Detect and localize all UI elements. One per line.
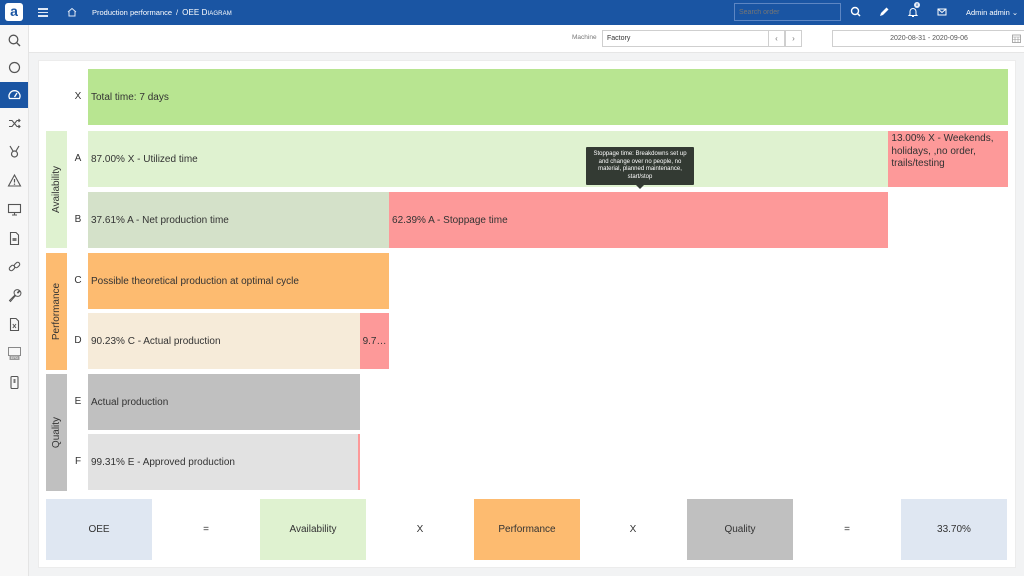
next-period-button[interactable]: › bbox=[785, 30, 802, 47]
filter-bar: Machine Factory ⌄ ‹ › 2020-08-31 - 2020-… bbox=[29, 25, 1024, 53]
bar-segment-d-0[interactable]: 90.23% C - Actual production bbox=[88, 313, 360, 369]
notification-badge: 8 bbox=[914, 2, 920, 8]
row-letter: B bbox=[74, 214, 82, 225]
sidebar-item-oee[interactable] bbox=[0, 82, 28, 108]
sidebar-item-documents[interactable] bbox=[0, 225, 28, 251]
sidebar-item-search[interactable] bbox=[0, 27, 28, 53]
bar-segment-d-1[interactable]: 9.7… bbox=[359, 313, 390, 369]
warning-icon bbox=[7, 173, 21, 187]
user-menu[interactable]: Admin admin ⌄ bbox=[966, 0, 1018, 25]
group-label-text: Performance bbox=[51, 282, 62, 341]
sidebar: EPD bbox=[0, 25, 29, 576]
breadcrumb-current: OEE Diagram bbox=[182, 8, 232, 17]
date-range-picker[interactable]: 2020-08-31 - 2020-09-06 bbox=[832, 30, 1024, 47]
bar-segment-a-0[interactable]: 87.00% X - Utilized time bbox=[88, 131, 889, 187]
equals-operator: = bbox=[203, 524, 209, 535]
sidebar-item-shuffle[interactable] bbox=[0, 110, 28, 136]
sidebar-item-maintenance[interactable] bbox=[0, 282, 28, 308]
mobile-device-icon bbox=[9, 375, 19, 389]
row-letter: E bbox=[74, 396, 82, 407]
group-label-text: Availability bbox=[51, 165, 62, 214]
search-icon[interactable] bbox=[849, 5, 863, 19]
bar-segment-a-1[interactable]: 13.00% X - Weekends, holidays, ,no order… bbox=[888, 131, 1008, 187]
row-letter: F bbox=[74, 456, 82, 467]
document-icon bbox=[9, 231, 19, 245]
date-range-value: 2020-08-31 - 2020-09-06 bbox=[890, 35, 968, 42]
row-letter: A bbox=[74, 153, 82, 164]
group-label-quality: Quality bbox=[46, 374, 67, 491]
formula-box-quality: Quality bbox=[687, 499, 793, 560]
circle-icon bbox=[8, 61, 20, 73]
machine-label: Machine bbox=[572, 34, 597, 41]
sidebar-item-monitor[interactable] bbox=[0, 196, 28, 222]
bar-segment-f-0[interactable]: 99.31% E - Approved production bbox=[88, 434, 358, 490]
sidebar-item-epd[interactable]: EPD bbox=[0, 340, 28, 366]
machine-select[interactable]: Factory ⌄ bbox=[602, 30, 792, 47]
gauge-icon bbox=[7, 89, 21, 99]
hamburger-menu-icon[interactable] bbox=[38, 6, 48, 18]
multiply-operator: X bbox=[629, 524, 637, 535]
search-icon bbox=[8, 34, 20, 46]
bar-segment-b-1[interactable]: 62.39% A - Stoppage time bbox=[389, 192, 889, 248]
chevron-down-icon: ⌄ bbox=[1011, 8, 1019, 17]
sidebar-item-mobile[interactable] bbox=[0, 369, 28, 395]
oee-diagram-card: Availability Performance Quality X Total ti… bbox=[38, 60, 1016, 568]
row-letter: C bbox=[74, 275, 82, 286]
epd-screen-icon: EPD bbox=[7, 346, 21, 360]
breadcrumb-parent[interactable]: Production performance bbox=[92, 8, 172, 17]
formula-box-33-70: 33.70% bbox=[901, 499, 1007, 560]
epd-label: EPD bbox=[10, 356, 18, 360]
bar-segment-e-0[interactable]: Actual production bbox=[88, 374, 360, 430]
home-icon[interactable] bbox=[66, 6, 78, 18]
top-bar: a Production performance /OEE Diagram 8 A… bbox=[0, 0, 1024, 25]
bar-segment-c-0[interactable]: Possible theoretical production at optim… bbox=[88, 253, 390, 309]
sidebar-item-medal[interactable] bbox=[0, 138, 28, 164]
shuffle-icon bbox=[8, 118, 21, 128]
stoppage-tooltip: Stoppage time: Breakdowns set up and cha… bbox=[586, 147, 694, 189]
pencil-icon[interactable] bbox=[877, 5, 891, 19]
breadcrumb: Production performance / OEE Diagram bbox=[92, 0, 232, 25]
sidebar-item-circle[interactable] bbox=[0, 54, 28, 80]
formula-box-oee: OEE bbox=[46, 499, 152, 560]
row-letter: D bbox=[74, 335, 82, 346]
equals-operator: = bbox=[844, 524, 850, 535]
group-label-text: Quality bbox=[51, 416, 62, 449]
previous-period-button[interactable]: ‹ bbox=[768, 30, 785, 47]
formula-box-performance: Performance bbox=[474, 499, 580, 560]
bar-segment-x-0[interactable]: Total time: 7 days bbox=[88, 69, 1008, 125]
group-label-performance: Performance bbox=[46, 253, 67, 370]
bar-segment-f-1[interactable] bbox=[357, 434, 360, 490]
wrench-icon bbox=[8, 288, 21, 302]
user-name: Admin admin bbox=[966, 8, 1010, 17]
breadcrumb-separator: / bbox=[176, 8, 179, 17]
formula-box-availability: Availability bbox=[260, 499, 366, 560]
calendar-icon[interactable] bbox=[1012, 34, 1021, 43]
app-logo[interactable]: a bbox=[5, 3, 23, 21]
mail-icon[interactable] bbox=[935, 5, 949, 19]
medal-icon bbox=[8, 145, 20, 158]
sidebar-item-alerts[interactable] bbox=[0, 167, 28, 193]
machine-value: Factory bbox=[607, 35, 631, 42]
notifications-button[interactable]: 8 bbox=[906, 2, 920, 19]
sidebar-item-links[interactable] bbox=[0, 253, 28, 279]
excel-file-icon bbox=[9, 317, 19, 331]
link-icon bbox=[8, 261, 20, 271]
search-order-input[interactable] bbox=[734, 3, 841, 21]
sidebar-item-excel[interactable] bbox=[0, 311, 28, 337]
bar-segment-b-0[interactable]: 37.61% A - Net production time bbox=[88, 192, 390, 248]
row-letter: X bbox=[74, 91, 82, 102]
monitor-icon bbox=[7, 203, 21, 216]
multiply-operator: X bbox=[416, 524, 424, 535]
group-label-availability: Availability bbox=[46, 131, 67, 248]
